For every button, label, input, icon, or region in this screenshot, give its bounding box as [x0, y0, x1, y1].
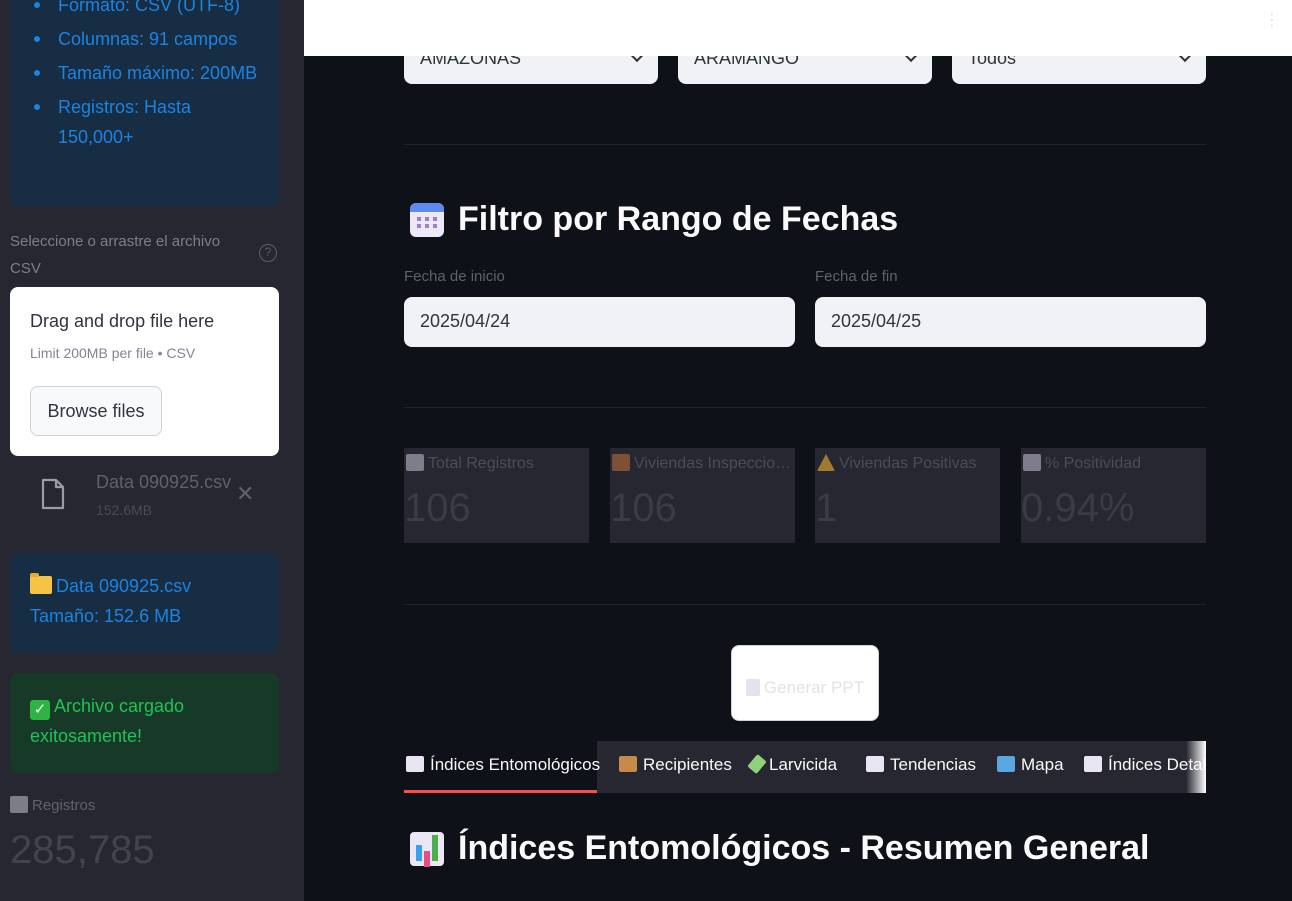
- tab-larvicida[interactable]: Larvicida: [747, 754, 837, 775]
- format-item: Tamaño máximo: 200MB: [34, 58, 259, 88]
- map-icon: [997, 756, 1015, 772]
- trend-up-icon: [10, 796, 28, 813]
- end-date-label: Fecha de fin: [815, 268, 898, 285]
- uploader-label: Seleccione o arrastre el archivo CSV: [10, 233, 221, 277]
- section-heading: Índices Entomológicos - Resumen General: [410, 829, 1150, 868]
- tab-scroll-fade: [1186, 741, 1206, 793]
- bar-chart-icon: [1084, 756, 1102, 772]
- loaded-file-info: Data 090925.csv Tamaño: 152.6 MB: [10, 553, 279, 653]
- help-icon[interactable]: ?: [259, 244, 277, 262]
- registros-metric-label: Registros: [10, 796, 95, 814]
- metric-positividad: % Positividad 0.94%: [1021, 448, 1206, 543]
- main-content: ⋮ AMAZONAS ARAMANGO Todos Filtro por Ran…: [304, 0, 1292, 901]
- success-text: Archivo cargado exitosamente!: [30, 696, 185, 746]
- tab-mapa[interactable]: Mapa: [997, 755, 1064, 775]
- document-icon: [745, 679, 760, 696]
- registros-metric-value: 285,785: [10, 828, 155, 872]
- folder-icon: [30, 573, 52, 594]
- bar-chart-icon: [406, 454, 424, 471]
- calendar-icon: [410, 202, 444, 237]
- active-tab-indicator: [404, 790, 597, 793]
- package-icon: [619, 756, 637, 772]
- house-icon: [612, 454, 630, 471]
- divider: [404, 407, 1206, 408]
- metric-value: 0.94%: [1021, 486, 1135, 530]
- tab-tendencias[interactable]: Tendencias: [866, 755, 976, 775]
- dropzone-limit: Limit 200MB per file • CSV: [30, 345, 196, 361]
- metric-label: % Positividad: [1023, 454, 1203, 473]
- sidebar: Formato: CSV (UTF-8) Columnas: 91 campos…: [0, 0, 304, 901]
- test-tube-icon: [747, 754, 767, 774]
- start-date-label: Fecha de inicio: [404, 268, 505, 285]
- dropzone-title: Drag and drop file here: [30, 311, 215, 331]
- tab-recipientes[interactable]: Recipientes: [619, 755, 732, 775]
- metric-viviendas-inspeccionadas: Viviendas Inspeccionadas 106: [610, 448, 795, 543]
- date-filter-heading: Filtro por Rango de Fechas: [410, 200, 898, 239]
- warning-icon: [817, 454, 835, 471]
- tab-bar: Índices Entomológicos Recipientes Larvic…: [404, 741, 1206, 793]
- format-item: Registros: Hasta 150,000+: [34, 92, 259, 152]
- start-date-input[interactable]: 2025/04/24: [404, 297, 795, 347]
- metric-total-registros: Total Registros 106: [404, 448, 589, 543]
- bar-chart-icon: [406, 756, 424, 772]
- metric-value: 106: [404, 486, 471, 530]
- format-list: Formato: CSV (UTF-8) Columnas: 91 campos…: [10, 0, 279, 152]
- top-header-bar: ⋮: [304, 0, 1292, 56]
- file-name: Data 090925.csv: [96, 472, 232, 492]
- file-size: 152.6MB: [96, 502, 153, 518]
- trend-up-icon: [1023, 454, 1041, 471]
- tab-indices-entomologicos[interactable]: Índices Entomológicos: [406, 755, 600, 775]
- browse-files-button[interactable]: Browse files: [30, 386, 162, 436]
- format-info-box: Formato: CSV (UTF-8) Columnas: 91 campos…: [10, 0, 279, 206]
- metric-label: Viviendas Positivas: [817, 454, 997, 473]
- metric-value: 1: [815, 486, 838, 530]
- close-icon[interactable]: ✕: [236, 483, 254, 505]
- bar-chart-icon: [410, 831, 444, 866]
- menu-icon[interactable]: ⋮: [1264, 10, 1280, 30]
- check-icon: ✓: [30, 700, 50, 720]
- metric-value: 106: [610, 486, 677, 530]
- trend-up-icon: [866, 756, 884, 772]
- metric-label: Total Registros: [406, 454, 586, 473]
- success-alert: ✓ Archivo cargado exitosamente!: [10, 673, 279, 773]
- metric-label: Viviendas Inspeccionadas: [612, 454, 792, 473]
- divider: [404, 144, 1206, 145]
- format-item: Columnas: 91 campos: [34, 24, 259, 54]
- uploaded-file-row: Data 090925.csv 152.6MB ✕: [10, 466, 279, 526]
- loaded-file-size: Tamaño: 152.6 MB: [30, 606, 182, 626]
- file-dropzone[interactable]: Drag and drop file here Limit 200MB per …: [10, 287, 279, 456]
- generate-ppt-button[interactable]: Generar PPT: [731, 645, 879, 721]
- format-item: Formato: CSV (UTF-8): [34, 0, 259, 20]
- divider: [404, 604, 1206, 605]
- metric-viviendas-positivas: Viviendas Positivas 1: [815, 448, 1000, 543]
- loaded-file-name: Data 090925.csv: [56, 576, 192, 596]
- end-date-input[interactable]: 2025/04/25: [815, 297, 1206, 347]
- file-icon: [41, 478, 65, 510]
